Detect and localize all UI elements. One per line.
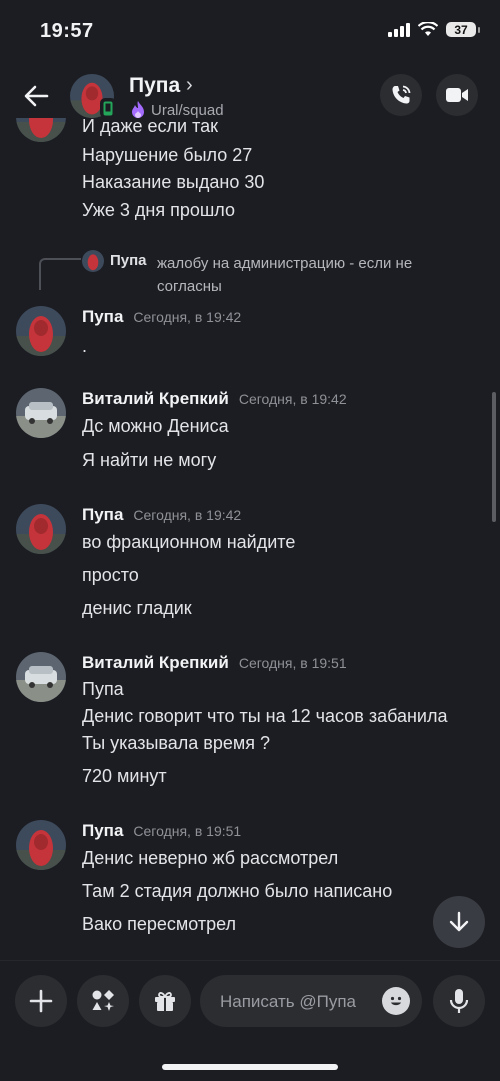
status-time: 19:57 xyxy=(40,20,94,42)
reply-preview-text[interactable]: жалобу на администрацию - если не соглас… xyxy=(157,252,467,298)
message-input-container[interactable] xyxy=(200,975,422,1029)
message-text: Нарушение было 27 xyxy=(82,145,253,165)
reply-avatar xyxy=(82,250,104,272)
message-text: Я найти не могу xyxy=(82,450,217,470)
cellular-signal-icon xyxy=(388,22,410,37)
message-text: Там 2 стадия должно было написано xyxy=(82,881,393,901)
avatar[interactable] xyxy=(16,306,66,356)
message-timestamp: Сегодня, в 19:51 xyxy=(238,655,347,671)
gift-icon xyxy=(155,992,175,1011)
message-author[interactable]: Пупа Сегодня, в 19:42 xyxy=(82,505,241,525)
message-author[interactable]: Виталий Крепкий Сегодня, в 19:51 xyxy=(82,653,347,673)
message-text: Дс можно Дениса xyxy=(82,416,229,436)
message-timestamp: Сегодня, в 19:42 xyxy=(133,507,242,523)
reply-connector xyxy=(39,258,81,290)
message-author[interactable]: Пупа Сегодня, в 19:51 xyxy=(82,821,241,841)
reply-author[interactable]: Пупа xyxy=(110,252,147,269)
message-timestamp: Сегодня, в 19:42 xyxy=(238,391,347,407)
arrow-left-icon xyxy=(24,85,49,107)
message-text: денис гладик xyxy=(82,598,192,618)
message-list[interactable]: И даже если так Нарушение было 27 Наказа… xyxy=(0,118,500,960)
avatar[interactable] xyxy=(16,820,66,870)
home-indicator[interactable] xyxy=(162,1064,338,1070)
status-icons: 37 xyxy=(388,22,480,37)
arrow-down-icon xyxy=(449,911,469,932)
emoji-button[interactable] xyxy=(382,987,410,1015)
message-text: Ты указывала время ? xyxy=(82,733,271,753)
composer-bar xyxy=(0,960,500,1081)
apps-button[interactable] xyxy=(77,975,129,1027)
message-author[interactable]: Виталий Крепкий Сегодня, в 19:42 xyxy=(82,389,347,409)
scrollbar[interactable] xyxy=(492,392,496,522)
message-timestamp: Сегодня, в 19:51 xyxy=(133,823,242,839)
message-text: И даже если так xyxy=(82,118,219,136)
message-text: 720 минут xyxy=(82,766,167,786)
message-author[interactable]: Пупа Сегодня, в 19:42 xyxy=(82,307,241,327)
phone-call-icon xyxy=(392,85,411,104)
status-bar: 19:57 37 xyxy=(0,0,500,62)
header-username[interactable]: Пупа xyxy=(129,74,180,98)
message-text: во фракционном найдите xyxy=(82,532,296,552)
avatar[interactable] xyxy=(16,388,66,438)
wifi-icon xyxy=(418,22,438,36)
battery-icon: 37 xyxy=(446,22,480,37)
plus-icon xyxy=(29,989,53,1013)
smiley-icon xyxy=(390,996,402,1006)
header-custom-status: Ural/squad xyxy=(129,100,224,120)
message-input[interactable] xyxy=(218,975,382,1029)
mobile-online-icon xyxy=(100,98,116,118)
author-name[interactable]: Пупа xyxy=(82,505,123,524)
avatar[interactable] xyxy=(16,118,66,142)
author-name[interactable]: Пупа xyxy=(82,307,123,326)
message-text: Денис неверно жб рассмотрел xyxy=(82,848,339,868)
microphone-icon xyxy=(449,989,469,1013)
message-text: Наказание выдано 30 xyxy=(82,172,265,192)
video-camera-icon xyxy=(446,88,468,102)
chevron-right-icon[interactable]: › xyxy=(186,74,193,97)
message-text: Денис говорит что ты на 12 часов забанил… xyxy=(82,706,448,726)
avatar[interactable] xyxy=(16,504,66,554)
flame-icon xyxy=(132,101,144,118)
message-text: Вако пересмотрел xyxy=(82,914,237,934)
author-name[interactable]: Виталий Крепкий xyxy=(82,389,229,408)
video-call-button[interactable] xyxy=(436,74,478,116)
message-text: Пупа xyxy=(82,679,124,699)
voice-message-button[interactable] xyxy=(433,975,485,1027)
message-timestamp: Сегодня, в 19:42 xyxy=(133,309,242,325)
jump-to-present-button[interactable] xyxy=(433,896,485,948)
back-button[interactable] xyxy=(18,78,54,114)
add-attachment-button[interactable] xyxy=(15,975,67,1027)
author-name[interactable]: Пупа xyxy=(82,821,123,840)
apps-icon xyxy=(92,990,114,1011)
message-text: . xyxy=(82,336,88,356)
author-name[interactable]: Виталий Крепкий xyxy=(82,653,229,672)
status-text: Ural/squad xyxy=(151,101,224,119)
call-button[interactable] xyxy=(380,74,422,116)
gift-button[interactable] xyxy=(139,975,191,1027)
message-text: Уже 3 дня прошло xyxy=(82,200,236,220)
avatar[interactable] xyxy=(16,652,66,702)
message-text: просто xyxy=(82,565,139,585)
